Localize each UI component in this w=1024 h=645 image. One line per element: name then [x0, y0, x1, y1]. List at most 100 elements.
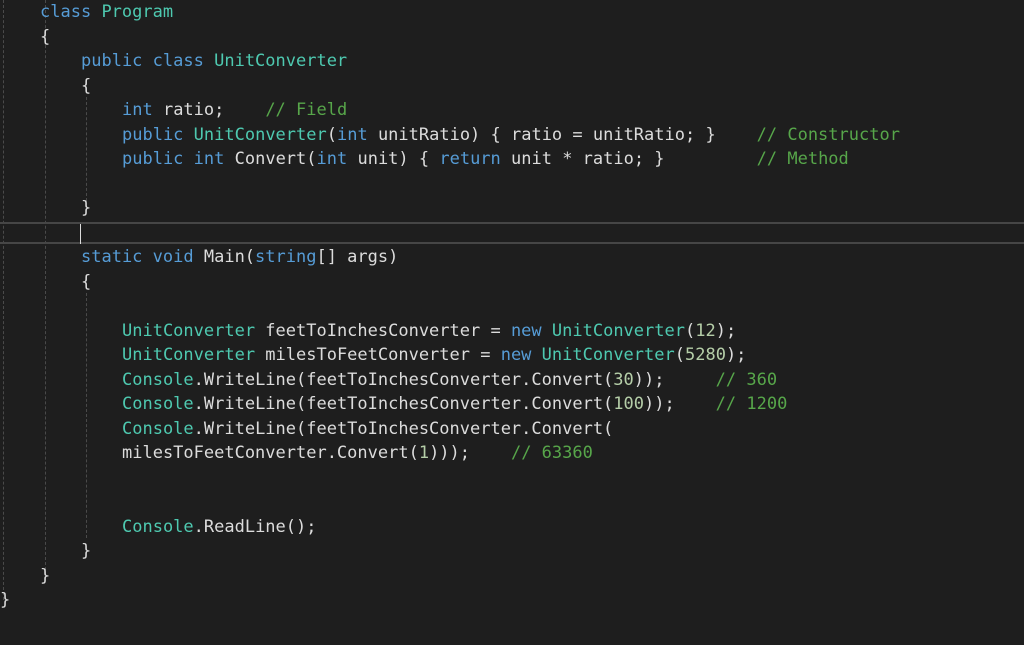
code-token: {: [81, 75, 92, 96]
code-token: // Constructor: [756, 124, 900, 145]
code-token: .ReadLine();: [193, 516, 317, 537]
code-line: {: [0, 74, 1024, 99]
code-line: }: [0, 539, 1024, 564]
code-token: [] args): [316, 247, 399, 267]
code-token: }: [40, 565, 51, 586]
code-line: }: [0, 588, 1024, 613]
code-token: // Method: [756, 149, 849, 169]
code-line: class Program: [0, 0, 1024, 25]
code-token: class: [40, 2, 92, 22]
code-token: public: [81, 51, 143, 71]
code-token: .WriteLine(feetToInchesConverter.Convert…: [193, 418, 614, 439]
code-token: {: [81, 271, 92, 292]
code-line: public class UnitConverter: [0, 49, 1024, 74]
code-token: Console: [122, 418, 194, 439]
code-token: 30: [613, 369, 634, 390]
code-token: ));: [644, 394, 716, 414]
code-token: Console: [122, 394, 194, 414]
code-token: UnitConverter: [541, 345, 675, 365]
code-line: Console.WriteLine(feetToInchesConverter.…: [0, 368, 1024, 393]
code-token: milesToFeetConverter.Convert(: [122, 443, 419, 463]
code-token: .WriteLine(feetToInchesConverter.Convert…: [193, 369, 614, 390]
code-token: {: [40, 26, 51, 47]
code-line: public int Convert(int unit) { return un…: [0, 147, 1024, 172]
code-token: Convert(: [224, 149, 317, 169]
code-token: int: [122, 100, 153, 120]
code-token: // 1200: [715, 394, 788, 414]
code-token: new: [500, 345, 532, 365]
code-line: Console.WriteLine(feetToInchesConverter.…: [0, 392, 1024, 417]
code-token: );: [725, 345, 747, 365]
code-line: Console.WriteLine(feetToInchesConverter.…: [0, 417, 1024, 442]
code-line: static void Main(string[] args): [0, 245, 1024, 270]
code-token: unit * ratio; }: [500, 149, 757, 169]
code-line: UnitConverter feetToInchesConverter = ne…: [0, 319, 1024, 344]
code-token: UnitConverter: [122, 345, 256, 365]
code-line: Console.ReadLine();: [0, 515, 1024, 540]
code-line: }: [0, 564, 1024, 589]
code-token: Console: [122, 369, 194, 390]
code-token: UnitConverter: [193, 124, 327, 145]
code-token: UnitConverter: [551, 320, 685, 341]
code-token: // Field: [265, 100, 348, 120]
code-line: milesToFeetConverter.Convert(1))); // 63…: [0, 441, 1024, 466]
code-token: }: [81, 198, 92, 218]
code-token: int: [336, 124, 368, 145]
code-line: public UnitConverter(int unitRatio) { ra…: [0, 123, 1024, 148]
code-token: // 63360: [510, 443, 593, 463]
code-token: string: [255, 247, 317, 267]
code-token: (: [674, 345, 685, 365]
code-token: public: [122, 124, 184, 145]
code-token: unitRatio) { ratio = unitRatio; }: [367, 124, 757, 145]
code-token: Main(: [193, 247, 256, 267]
code-token: public: [122, 149, 184, 169]
code-token: return: [439, 149, 501, 169]
code-token: }: [81, 541, 92, 561]
code-token: static: [81, 247, 143, 267]
code-token: )));: [429, 443, 511, 463]
code-token: Console: [122, 516, 194, 537]
code-token: class: [152, 51, 204, 71]
code-editor[interactable]: class Program{public class UnitConverter…: [0, 0, 1024, 645]
code-token: );: [715, 320, 737, 341]
code-token: ));: [633, 369, 716, 390]
code-token: ratio;: [152, 100, 266, 120]
code-token: // 360: [715, 369, 778, 390]
code-token: .WriteLine(feetToInchesConverter.Convert…: [193, 394, 614, 414]
code-line: }: [0, 196, 1024, 221]
code-token: new: [510, 320, 542, 341]
code-token: 5280: [684, 345, 726, 365]
code-token: int: [193, 149, 225, 169]
code-token: 12: [695, 320, 716, 341]
code-line: {: [0, 25, 1024, 50]
code-token: int: [316, 149, 348, 169]
code-token: UnitConverter: [214, 51, 348, 71]
code-token: (: [684, 320, 696, 341]
code-token: }: [0, 590, 11, 610]
code-token: milesToFeetConverter =: [255, 345, 501, 365]
code-token: 100: [613, 394, 645, 414]
code-token: UnitConverter: [122, 320, 256, 341]
code-token: Program: [101, 2, 174, 22]
code-line: int ratio; // Field: [0, 98, 1024, 123]
code-token: (: [326, 124, 337, 145]
code-token: void: [152, 247, 194, 267]
code-token: feetToInchesConverter =: [255, 320, 511, 341]
code-token: 1: [418, 443, 430, 463]
code-line: UnitConverter milesToFeetConverter = new…: [0, 343, 1024, 368]
code-line: {: [0, 270, 1024, 295]
code-token: unit) {: [347, 149, 440, 169]
